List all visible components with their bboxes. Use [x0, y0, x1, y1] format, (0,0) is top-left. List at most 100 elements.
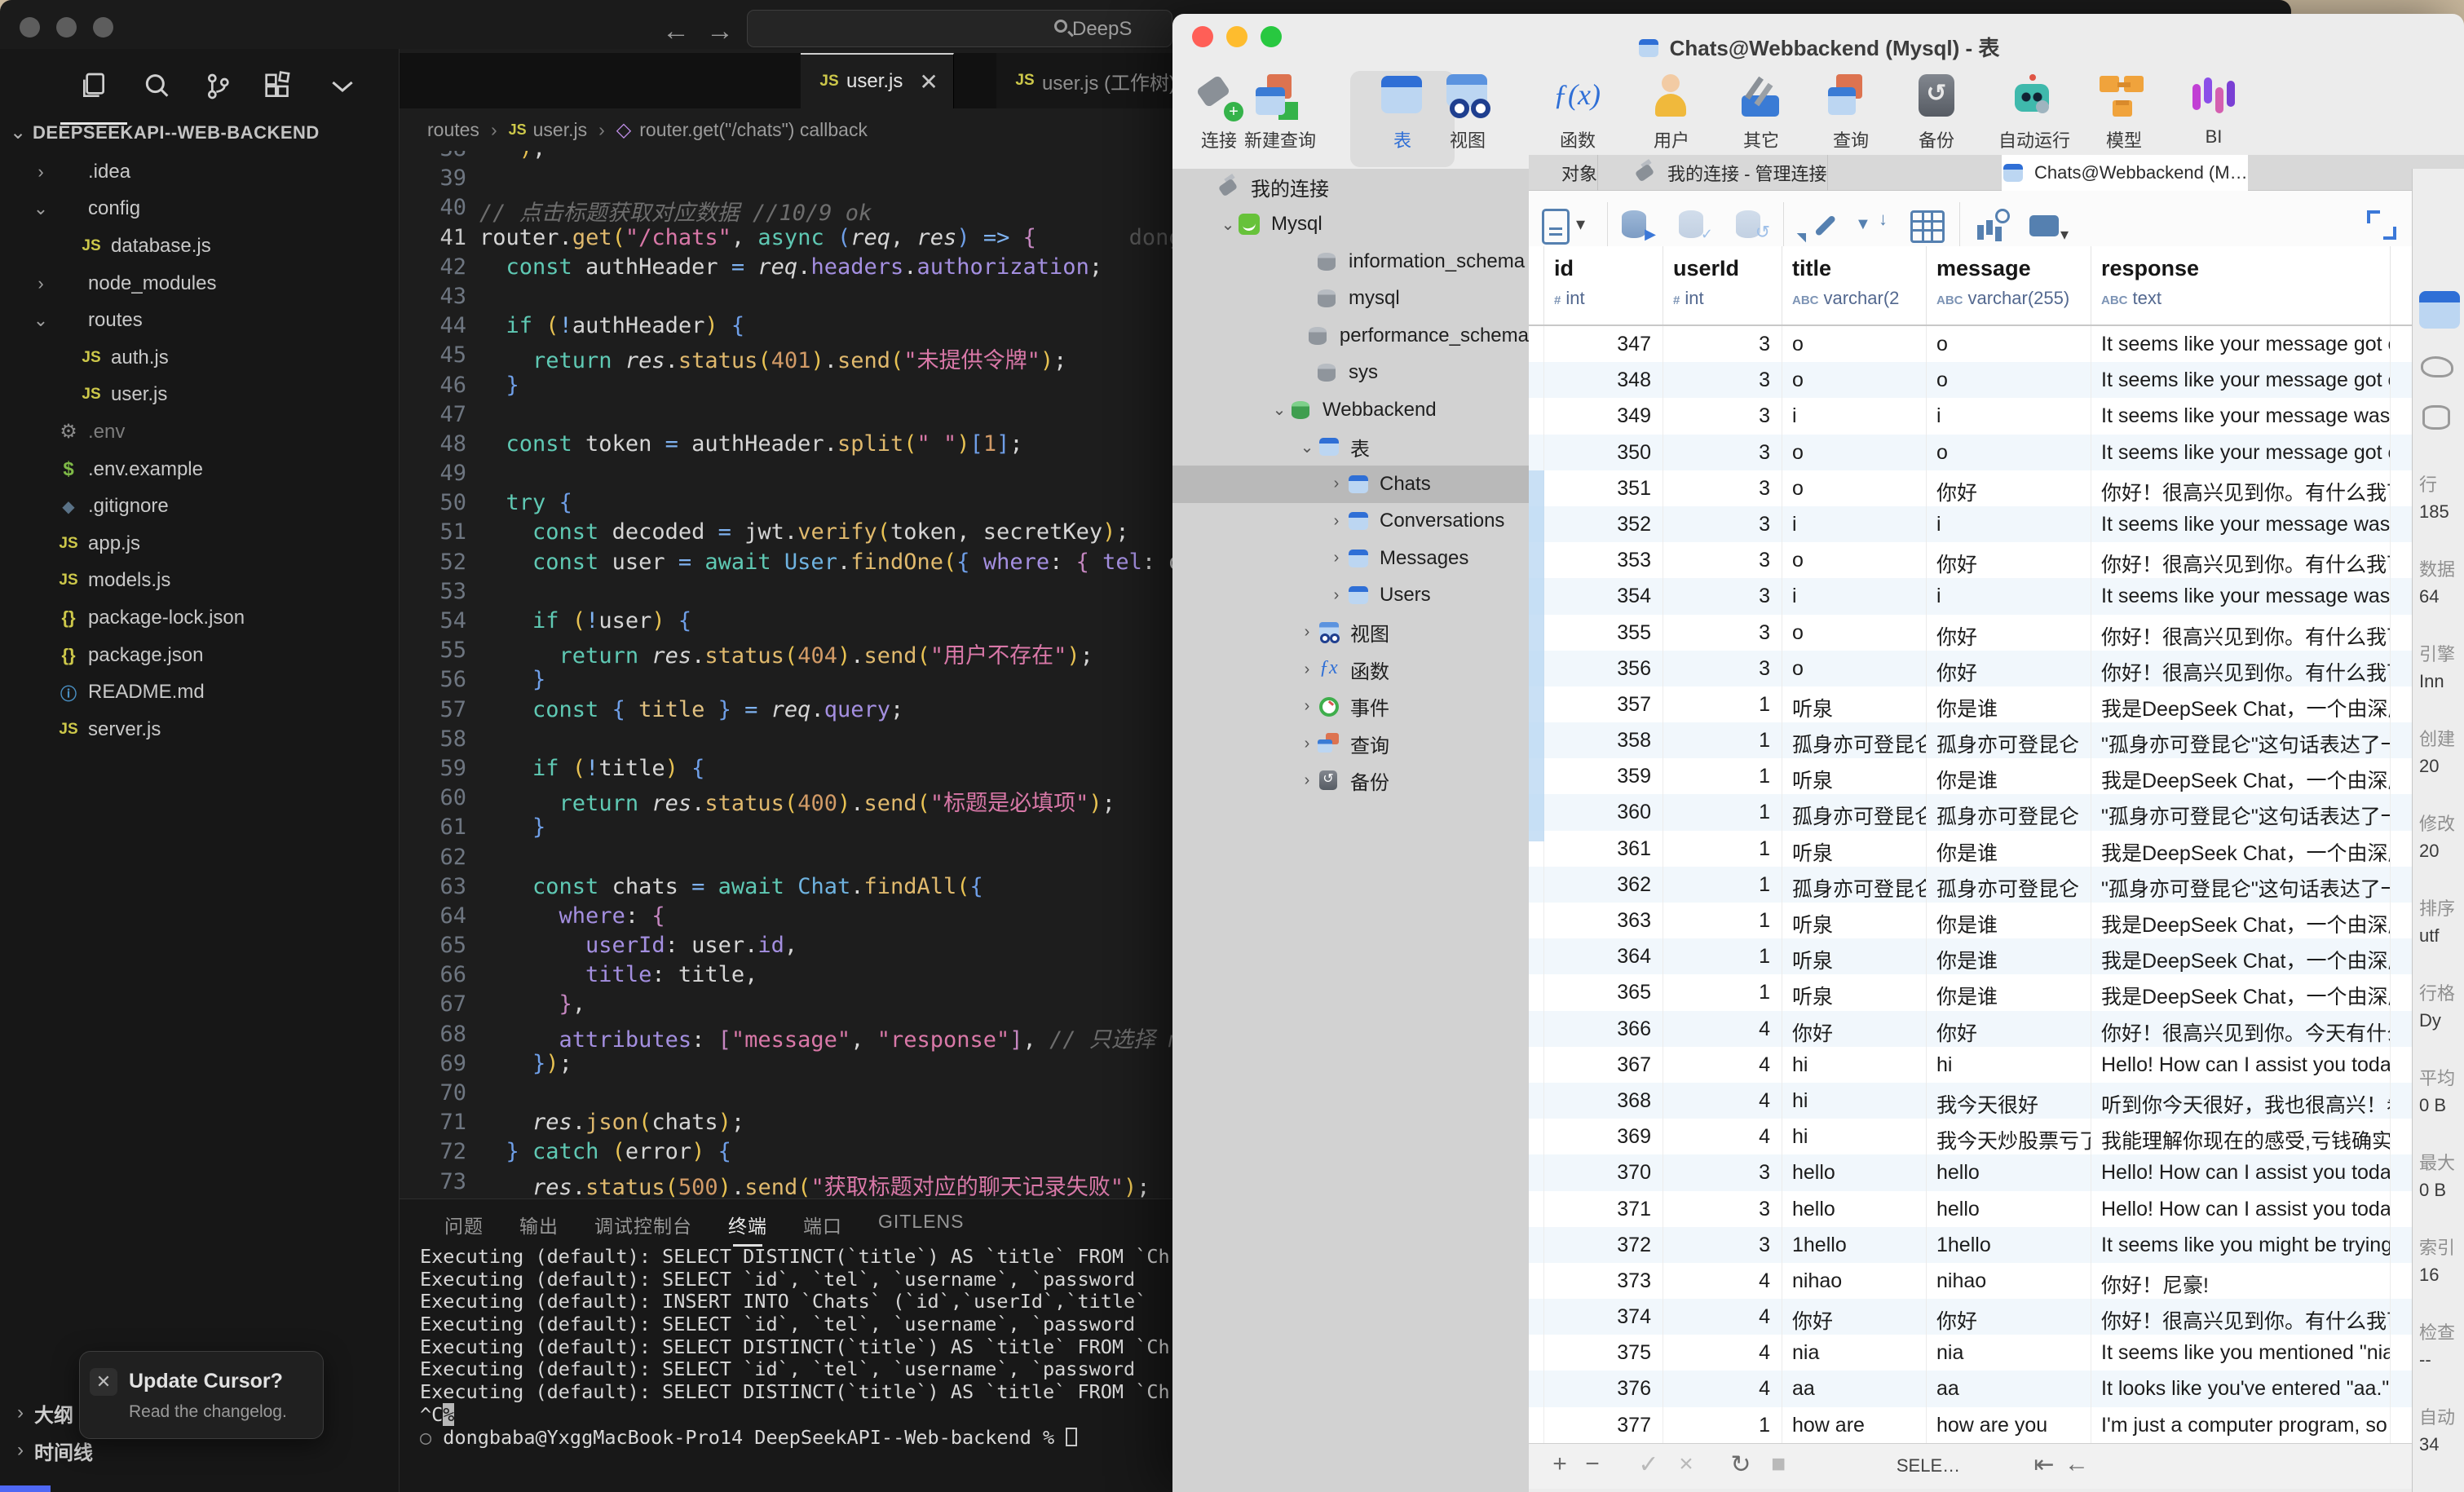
cell-id[interactable]: 373	[1544, 1263, 1663, 1299]
cell-userid[interactable]: 4	[1663, 1011, 1782, 1047]
cell-title[interactable]: i	[1782, 398, 1927, 434]
cell-userid[interactable]: 3	[1663, 326, 1782, 362]
table-row[interactable]: 347 3 o o It seems like your message got…	[1529, 326, 2412, 362]
table-row[interactable]: 365 1 听泉 你是谁 我是DeepSeek Chat，一个由深度	[1529, 974, 2412, 1010]
table-row[interactable]: 351 3 o 你好 你好！很高兴见到你。有什么我可	[1529, 470, 2412, 506]
cell-userid[interactable]: 4	[1663, 1047, 1782, 1083]
cell-title[interactable]: 听泉	[1782, 903, 1927, 938]
cell-response[interactable]: It seems like your message was	[2091, 506, 2391, 542]
cell-title[interactable]: o	[1782, 470, 1927, 506]
cell-title[interactable]: o	[1782, 651, 1927, 686]
cell-response[interactable]: It seems like your message was	[2091, 398, 2391, 434]
cell-id[interactable]: 370	[1544, 1154, 1663, 1190]
cell-id[interactable]: 361	[1544, 831, 1663, 867]
cell-message[interactable]: 你好	[1927, 542, 2091, 578]
tree-item[interactable]: › Conversations	[1172, 503, 1529, 541]
cell-id[interactable]: 367	[1544, 1047, 1663, 1083]
file-tree-item[interactable]: .idea	[0, 153, 399, 191]
cell-id[interactable]: 371	[1544, 1191, 1663, 1227]
cell-id[interactable]: 360	[1544, 794, 1663, 830]
file-tree-item[interactable]: node_modules	[0, 265, 399, 302]
cell-userid[interactable]: 3	[1663, 435, 1782, 470]
panel-tab[interactable]: GITLENS	[878, 1204, 964, 1250]
cell-id[interactable]: 355	[1544, 615, 1663, 651]
cell-message[interactable]: i	[1927, 506, 2091, 542]
cell-message[interactable]: hello	[1927, 1191, 2091, 1227]
table-row[interactable]: 375 4 nia nia It seems like you mentione…	[1529, 1335, 2412, 1371]
cell-response[interactable]: 你好！很高兴见到你。有什么我可	[2091, 542, 2391, 578]
project-title[interactable]: DEEPSEEKAPI--WEB-BACKEND	[33, 122, 320, 143]
editor-tab[interactable]: JS user.js ✕	[801, 53, 954, 108]
tree-item[interactable]: › 事件	[1172, 688, 1529, 726]
cell-response[interactable]: It seems like your message got c	[2091, 326, 2391, 362]
rollback-icon[interactable]	[1734, 207, 1770, 243]
cell-userid[interactable]: 4	[1663, 1335, 1782, 1371]
file-tree-item[interactable]: JS auth.js	[0, 339, 399, 377]
cell-userid[interactable]: 1	[1663, 867, 1782, 903]
table-row[interactable]: 369 4 hi 我今天炒股票亏了 我能理解你现在的感受,亏钱确实让	[1529, 1119, 2412, 1154]
cell-title[interactable]: 孤身亦可登昆仑	[1782, 867, 1927, 903]
cell-response[interactable]: 我是DeepSeek Chat，一个由深度	[2091, 686, 2391, 722]
tree-item[interactable]: 我的连接	[1172, 169, 1529, 206]
cell-response[interactable]: Hello! How can I assist you toda	[2091, 1191, 2391, 1227]
cell-response[interactable]: "孤身亦可登昆仑"这句话表达了一种	[2091, 867, 2391, 903]
table-row[interactable]: 371 3 hello hello Hello! How can I assis…	[1529, 1191, 2412, 1227]
tree-item[interactable]: performance_schema	[1172, 317, 1529, 355]
project-chevron-icon[interactable]: ⌄	[10, 121, 26, 144]
table-row[interactable]: 358 1 孤身亦可登昆仑 孤身亦可登昆仑 "孤身亦可登昆仑"这句话表达了一种	[1529, 722, 2412, 758]
cell-title[interactable]: 听泉	[1782, 938, 1927, 974]
cell-message[interactable]: nia	[1927, 1335, 2091, 1371]
cell-title[interactable]: 听泉	[1782, 974, 1927, 1010]
table-row[interactable]: 350 3 o o It seems like your message got…	[1529, 435, 2412, 470]
cell-id[interactable]: 349	[1544, 398, 1663, 434]
prev-page-icon[interactable]: ←	[2064, 1450, 2089, 1478]
cell-message[interactable]: 我今天炒股票亏了	[1927, 1119, 2091, 1154]
cell-id[interactable]: 366	[1544, 1011, 1663, 1047]
cell-response[interactable]: It seems like you mentioned "nia	[2091, 1335, 2391, 1371]
cell-id[interactable]: 369	[1544, 1119, 1663, 1154]
file-tree-item[interactable]: JS user.js	[0, 377, 399, 414]
more-views-chevron-icon[interactable]	[326, 70, 362, 106]
cell-id[interactable]: 354	[1544, 578, 1663, 614]
cell-userid[interactable]: 1	[1663, 903, 1782, 938]
cell-message[interactable]: aa	[1927, 1371, 2091, 1406]
cell-title[interactable]: 孤身亦可登昆仑	[1782, 722, 1927, 758]
cell-title[interactable]: i	[1782, 506, 1927, 542]
cell-response[interactable]: 你好！很高兴见到你。有什么我可	[2091, 651, 2391, 686]
toolbar-button[interactable]: BI	[2188, 74, 2240, 148]
toolbar-button[interactable]: 其它	[1735, 74, 1787, 152]
cell-title[interactable]: hi	[1782, 1047, 1927, 1083]
toolbar-button[interactable]: 表	[1376, 74, 1429, 152]
column-header[interactable]: id #int	[1544, 246, 1663, 324]
tree-item[interactable]: › Chats	[1172, 466, 1529, 503]
cell-title[interactable]: 听泉	[1782, 831, 1927, 867]
panel-tab[interactable]: 输出	[519, 1204, 559, 1250]
cell-id[interactable]: 356	[1544, 651, 1663, 686]
cell-userid[interactable]: 1	[1663, 831, 1782, 867]
cell-userid[interactable]: 3	[1663, 1227, 1782, 1263]
cell-message[interactable]: i	[1927, 398, 2091, 434]
column-header[interactable]	[1529, 246, 1544, 324]
table-row[interactable]: 357 1 听泉 你是谁 我是DeepSeek Chat，一个由深度	[1529, 686, 2412, 722]
cell-title[interactable]: hello	[1782, 1154, 1927, 1190]
cell-userid[interactable]: 3	[1663, 398, 1782, 434]
edit-record-icon[interactable]	[1798, 207, 1834, 243]
cell-title[interactable]: nia	[1782, 1335, 1927, 1371]
extensions-icon[interactable]	[261, 70, 297, 106]
tree-item[interactable]: › 备份	[1172, 762, 1529, 800]
cell-title[interactable]: i	[1782, 578, 1927, 614]
cell-title[interactable]: 1hello	[1782, 1227, 1927, 1263]
cell-message[interactable]: o	[1927, 435, 2091, 470]
cell-message[interactable]: 孤身亦可登昆仑	[1927, 867, 2091, 903]
sort-filter-icon[interactable]	[1853, 207, 1889, 243]
tree-item[interactable]: › Users	[1172, 577, 1529, 615]
panel-tab[interactable]: 端口	[803, 1204, 842, 1250]
cell-message[interactable]: 你是谁	[1927, 903, 2091, 938]
tree-item[interactable]: › 视图	[1172, 614, 1529, 651]
cell-id[interactable]: 351	[1544, 470, 1663, 506]
table-row[interactable]: 359 1 听泉 你是谁 我是DeepSeek Chat，一个由深度	[1529, 758, 2412, 794]
cell-message[interactable]: 你好	[1927, 1011, 2091, 1047]
toolbar-button[interactable]: 视图	[1442, 74, 1494, 152]
tree-item[interactable]: ⌄ Webbackend	[1172, 391, 1529, 429]
cell-response[interactable]: 我是DeepSeek Chat，一个由深度	[2091, 974, 2391, 1010]
